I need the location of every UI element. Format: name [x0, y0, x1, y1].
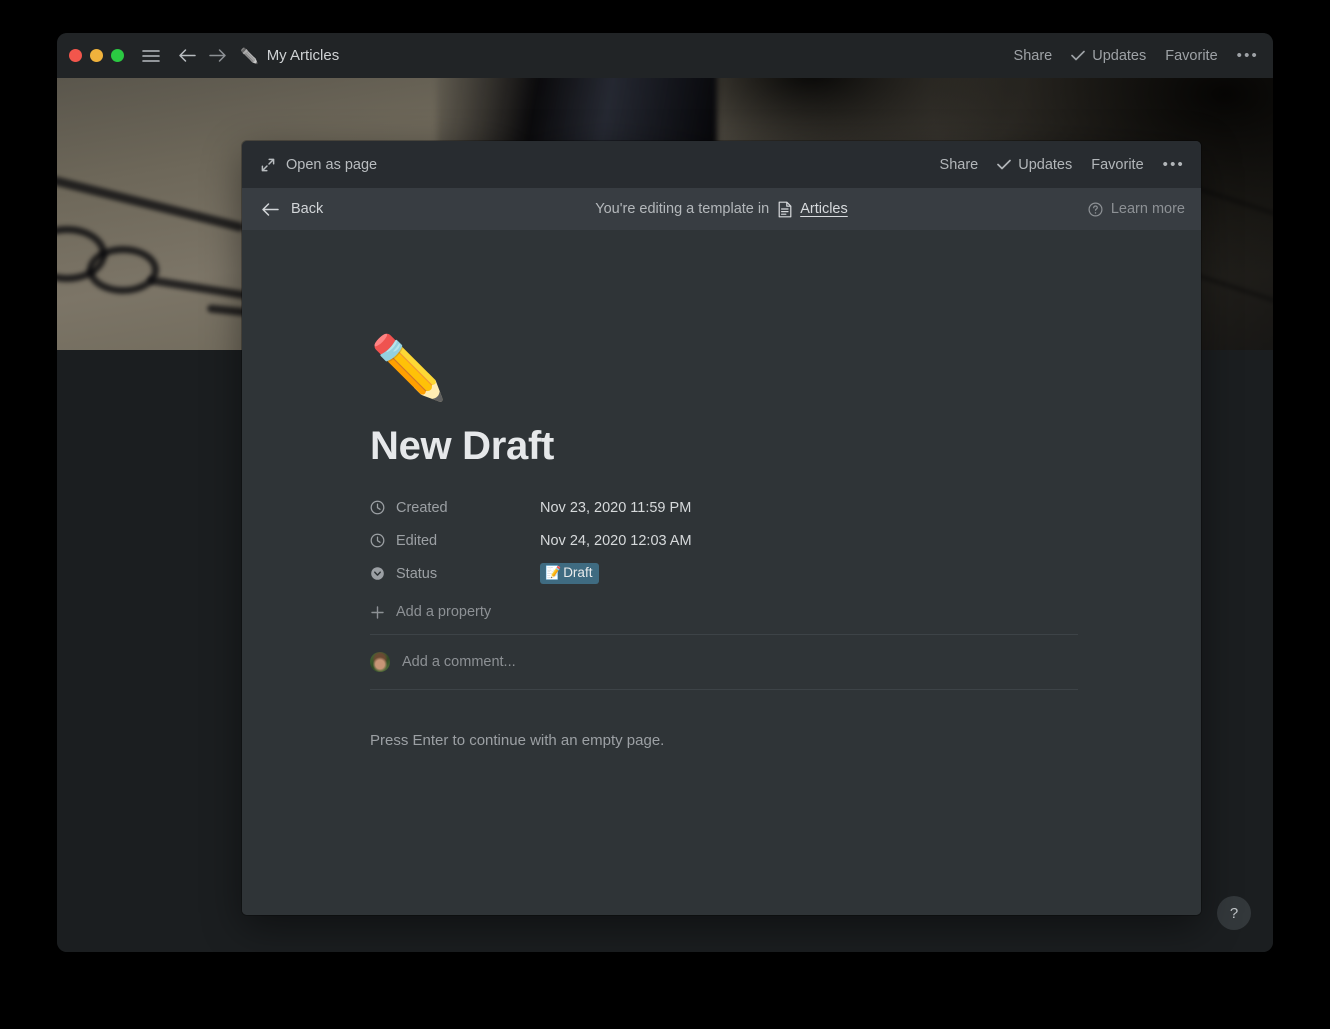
clock-icon	[370, 533, 385, 548]
property-value-status[interactable]: 📝 Draft	[540, 562, 600, 585]
status-badge-label: Draft	[563, 564, 593, 580]
property-key-edited[interactable]: Edited	[370, 533, 540, 549]
property-row-created[interactable]: Created Nov 23, 2020 11:59 PM	[370, 491, 1201, 524]
template-back-label: Back	[291, 201, 324, 217]
more-options-button[interactable]: •••	[1237, 48, 1259, 63]
minimize-window-button[interactable]	[90, 49, 103, 62]
learn-more-label: Learn more	[1110, 201, 1185, 217]
traffic-lights	[69, 49, 124, 62]
status-badge[interactable]: 📝 Draft	[540, 562, 600, 585]
close-window-button[interactable]	[69, 49, 82, 62]
empty-page-hint: Press Enter to continue with an empty pa…	[370, 732, 665, 749]
avatar	[370, 652, 390, 672]
property-label-edited: Edited	[396, 532, 438, 549]
add-property-button[interactable]: Add a property	[370, 594, 1201, 630]
add-property-label: Add a property	[396, 604, 492, 620]
question-circle-icon	[1088, 201, 1103, 217]
database-link-label: Articles	[800, 201, 848, 217]
favorite-button[interactable]: Favorite	[1165, 48, 1217, 64]
check-icon	[1071, 50, 1086, 61]
hamburger-icon[interactable]	[138, 43, 164, 69]
updates-label: Updates	[1092, 47, 1147, 64]
plus-icon	[370, 605, 385, 620]
modal-share-button[interactable]: Share	[940, 157, 979, 173]
property-value-created[interactable]: Nov 23, 2020 11:59 PM	[540, 500, 691, 516]
modal-topbar-actions: Share Updates Favorite •••	[940, 157, 1185, 173]
open-as-page-label: Open as page	[286, 156, 378, 173]
breadcrumb-page-title: My Articles	[266, 47, 340, 64]
modal-topbar: Open as page Share Updates Favorite •••	[242, 141, 1201, 188]
clock-icon	[370, 500, 385, 515]
share-button[interactable]: Share	[1014, 48, 1053, 64]
property-row-edited[interactable]: Edited Nov 24, 2020 12:03 AM	[370, 524, 1201, 557]
property-value-edited[interactable]: Nov 24, 2020 12:03 AM	[540, 533, 692, 549]
learn-more-button[interactable]: Learn more	[1088, 201, 1185, 217]
modal-share-label: Share	[939, 156, 979, 173]
zoom-window-button[interactable]	[111, 49, 124, 62]
template-page-content: ✏️ New Draft Created Nov 23, 2020 11:59 …	[242, 230, 1201, 915]
window-titlebar: ✏️ My Articles Share Updates Favorite ••…	[57, 33, 1273, 78]
modal-favorite-label: Favorite	[1091, 156, 1144, 173]
open-as-page-button[interactable]: Open as page	[261, 157, 377, 173]
breadcrumb[interactable]: ✏️ My Articles	[240, 47, 339, 65]
modal-updates-button[interactable]: Updates	[997, 157, 1072, 173]
nav-back-icon[interactable]	[174, 43, 200, 69]
pencil-emoji-icon: ✏️	[240, 47, 259, 65]
check-icon	[997, 159, 1012, 170]
template-notice-text: You're editing a template in	[595, 201, 770, 217]
share-label: Share	[1013, 47, 1053, 64]
favorite-label: Favorite	[1165, 47, 1218, 64]
modal-more-options-button[interactable]: •••	[1163, 157, 1185, 172]
template-peek-modal: Open as page Share Updates Favorite ••• …	[242, 141, 1201, 915]
updates-button[interactable]: Updates	[1071, 48, 1146, 64]
property-row-status[interactable]: Status 📝 Draft	[370, 557, 1201, 590]
page-emoji-icon[interactable]: ✏️	[370, 338, 1201, 400]
help-button-label: ?	[1229, 904, 1239, 922]
modal-updates-label: Updates	[1018, 156, 1073, 173]
template-back-button[interactable]: Back	[261, 201, 323, 217]
document-icon	[778, 201, 792, 218]
memo-emoji-icon: 📝	[545, 564, 562, 580]
modal-favorite-button[interactable]: Favorite	[1091, 157, 1143, 173]
expand-diagonal-icon	[261, 158, 275, 172]
titlebar-actions: Share Updates Favorite •••	[1014, 48, 1259, 64]
property-label-created: Created	[396, 499, 448, 516]
arrow-left-icon	[261, 202, 280, 217]
database-link[interactable]: Articles	[778, 201, 848, 218]
nav-forward-icon[interactable]	[204, 43, 230, 69]
app-window: ✏️ My Articles Share Updates Favorite ••…	[57, 33, 1273, 952]
property-key-created[interactable]: Created	[370, 500, 540, 516]
page-title[interactable]: New Draft	[370, 424, 1201, 469]
property-label-status: Status	[396, 565, 438, 582]
page-properties: Created Nov 23, 2020 11:59 PM Edited Nov…	[370, 491, 1201, 630]
template-notice-bar: Back You're editing a template in Articl…	[242, 188, 1201, 230]
comment-input[interactable]: Add a comment...	[402, 654, 516, 670]
add-comment-row[interactable]: Add a comment...	[370, 635, 1078, 689]
template-notice: You're editing a template in Articles	[242, 201, 1201, 218]
property-key-status[interactable]: Status	[370, 566, 540, 582]
comment-divider	[370, 689, 1078, 690]
help-button[interactable]: ?	[1217, 896, 1251, 930]
select-icon	[370, 566, 385, 581]
